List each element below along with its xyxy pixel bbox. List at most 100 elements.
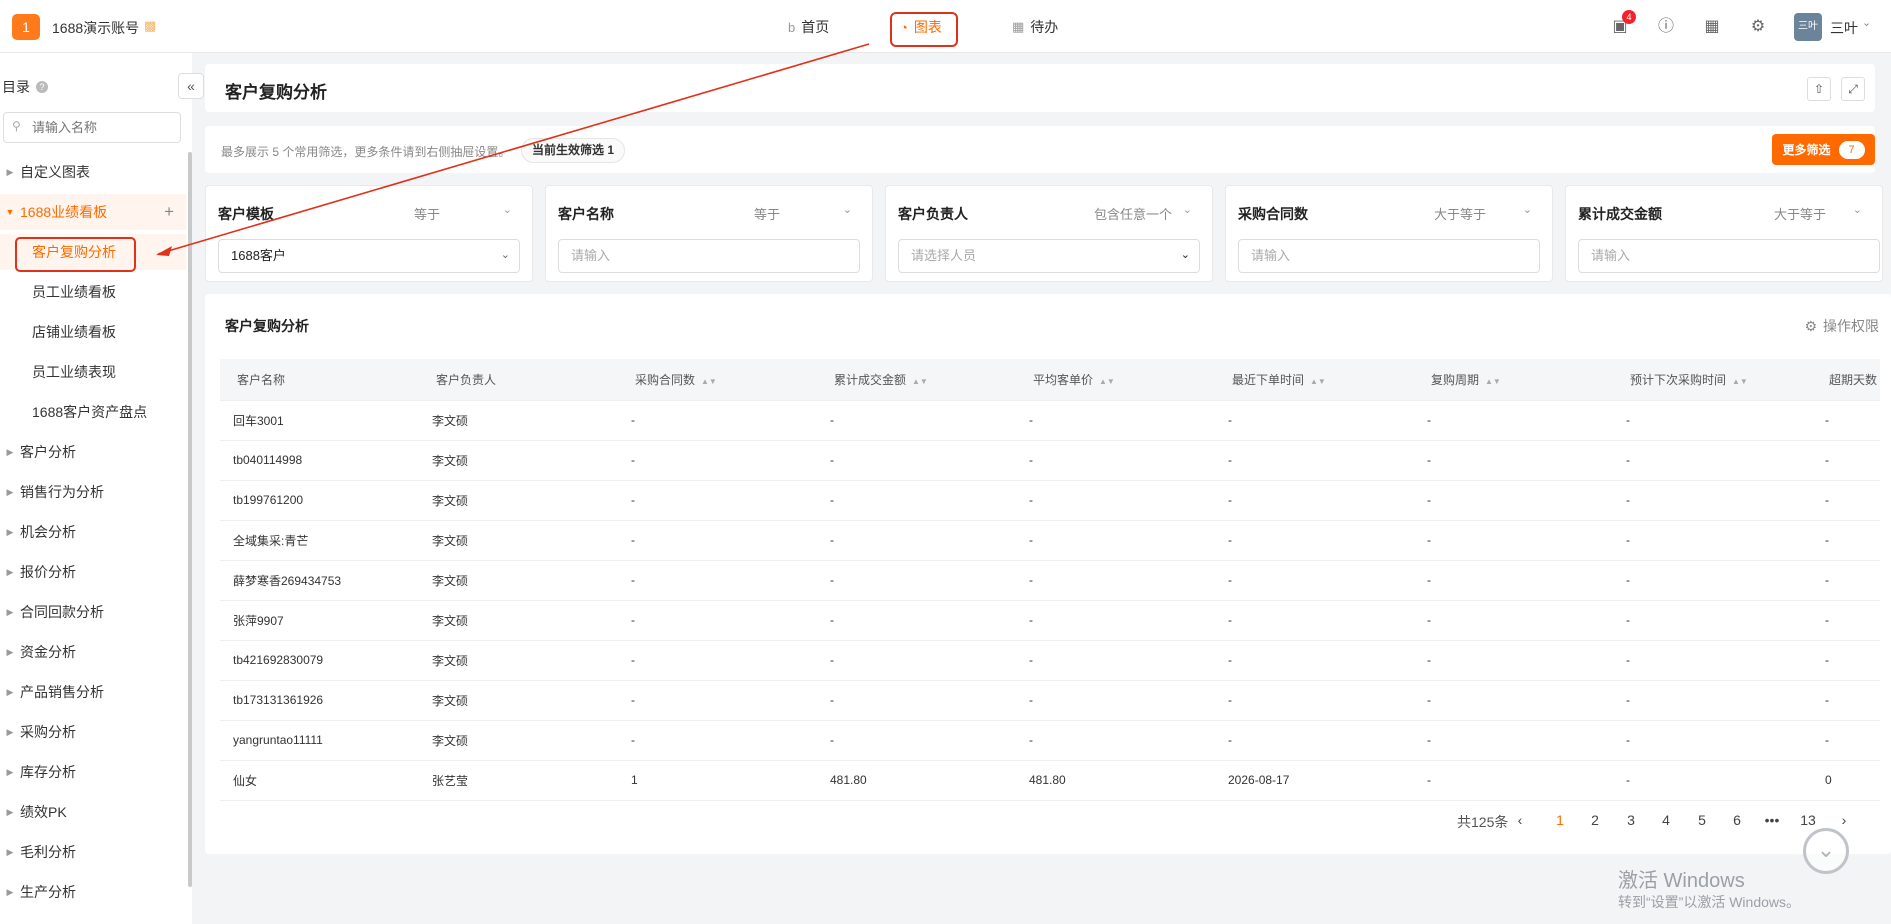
sidebar-search-input[interactable] <box>3 112 181 143</box>
chevron-down-icon[interactable]: ⌄ <box>503 203 512 216</box>
sidebar-item-performance-pk[interactable]: ▶ 绩效PK <box>0 794 186 830</box>
col-header-owner[interactable]: 客户负责人 <box>419 359 618 401</box>
col-header-avg-price[interactable]: 平均客单价 ▲▼ <box>1016 359 1215 401</box>
sidebar-scrollbar[interactable] <box>188 152 192 887</box>
filter-operator[interactable]: 大于等于 <box>1434 204 1486 223</box>
page-button[interactable]: 4 <box>1651 812 1681 828</box>
sort-icon[interactable]: ▲▼ <box>701 377 717 386</box>
caret-right-icon: ▶ <box>6 486 14 497</box>
sort-icon[interactable]: ▲▼ <box>1310 377 1326 386</box>
account-name[interactable]: 1688演示账号 <box>52 18 139 38</box>
more-filters-button[interactable]: 更多筛选 7 <box>1772 134 1875 165</box>
table-cell: - <box>1812 560 1880 601</box>
sidebar-item-gross-profit[interactable]: ▶ 毛利分析 <box>0 834 186 870</box>
sidebar-item-inventory[interactable]: ▶ 库存分析 <box>0 754 186 790</box>
sidebar-item-customer-analysis[interactable]: ▶ 客户分析 <box>0 434 186 470</box>
sidebar-subitem-asset-inventory[interactable]: 1688客户资产盘点 <box>0 394 186 430</box>
filter-operator[interactable]: 等于 <box>414 204 440 223</box>
col-header-next-purchase[interactable]: 预计下次采购时间 ▲▼ <box>1613 359 1812 401</box>
add-icon[interactable]: + <box>164 202 174 222</box>
page-button[interactable]: 2 <box>1580 812 1610 828</box>
col-header-cycle[interactable]: 复购周期 ▲▼ <box>1414 359 1613 401</box>
sidebar-item-sales-behavior[interactable]: ▶ 销售行为分析 <box>0 474 186 510</box>
chevron-down-icon[interactable]: ⌄ <box>1181 248 1190 261</box>
col-header-last-order[interactable]: 最近下单时间 ▲▼ <box>1215 359 1414 401</box>
settings-gear-icon[interactable]: ⚙ <box>1747 16 1769 38</box>
calendar-icon: ▦ <box>1012 19 1025 34</box>
owner-select[interactable]: 请选择人员 <box>898 239 1200 273</box>
sidebar-subitem-staff-board[interactable]: 员工业绩看板 <box>0 274 186 310</box>
table-cell: 李文硕 <box>419 480 618 521</box>
chevron-down-icon[interactable]: ⌄ <box>501 248 510 261</box>
table-row[interactable]: 薛梦寒香269434753 李文硕 - - - - - - - <box>220 560 1880 601</box>
page-button[interactable]: 5 <box>1687 812 1717 828</box>
table-row[interactable]: tb173131361926 李文硕 - - - - - - - <box>220 680 1880 721</box>
table-cell: 0 <box>1812 760 1880 801</box>
col-header-customer[interactable]: 客户名称 <box>220 359 419 401</box>
permission-button[interactable]: ⚙ 操作权限 <box>1804 316 1879 336</box>
table-row[interactable]: 张萍9907 李文硕 - - - - - - - <box>220 600 1880 641</box>
chevron-down-icon[interactable]: ⌄ <box>1523 203 1532 216</box>
sidebar-item-contract-payment[interactable]: ▶ 合同回款分析 <box>0 594 186 630</box>
scroll-down-icon[interactable]: ⌄ <box>1803 828 1849 874</box>
sidebar-item-production[interactable]: ▶ 生产分析 <box>0 874 186 910</box>
sidebar-subitem-shop-board[interactable]: 店铺业绩看板 <box>0 314 186 350</box>
sidebar-item-opportunity[interactable]: ▶ 机会分析 <box>0 514 186 550</box>
username[interactable]: 三叶 <box>1830 18 1858 38</box>
total-amount-input[interactable]: 请输入 <box>1578 239 1880 273</box>
chevron-down-icon[interactable]: ⌄ <box>1862 16 1871 29</box>
customer-name-input[interactable]: 请输入 <box>558 239 860 273</box>
sidebar-subitem-staff-performance[interactable]: 员工业绩表现 <box>0 354 186 390</box>
account-logo[interactable]: 1 <box>12 14 40 40</box>
table-row[interactable]: yangruntao11111 李文硕 - - - - - - - <box>220 720 1880 761</box>
chevron-down-icon[interactable]: ⌄ <box>1853 203 1862 216</box>
sort-icon[interactable]: ▲▼ <box>912 377 928 386</box>
sidebar-item-funds[interactable]: ▶ 资金分析 <box>0 634 186 670</box>
caret-down-icon: ▼ <box>5 207 15 217</box>
page-button[interactable]: 6 <box>1722 812 1752 828</box>
fullscreen-icon[interactable]: ⤢ <box>1841 77 1865 101</box>
nav-todo[interactable]: ▦ 待办 <box>1012 17 1058 37</box>
help-icon[interactable]: ⓘ <box>1655 16 1677 38</box>
sidebar-item-1688-dashboard[interactable]: ▼ 1688业绩看板 + <box>0 194 186 230</box>
table-row[interactable]: 仙女 张艺莹 1 481.80 481.80 2026-08-17- -0 <box>220 760 1880 801</box>
table-row[interactable]: tb421692830079 李文硕 - - - - - - - <box>220 640 1880 681</box>
contract-count-input[interactable]: 请输入 <box>1238 239 1540 273</box>
sort-icon[interactable]: ▲▼ <box>1485 377 1501 386</box>
page-button[interactable]: 1 <box>1545 812 1575 828</box>
table-row[interactable]: tb199761200 李文硕 - - - - - - - <box>220 480 1880 521</box>
avatar[interactable]: 三叶 <box>1794 13 1822 41</box>
col-header-total-amount[interactable]: 累计成交金额 ▲▼ <box>817 359 1016 401</box>
chevron-down-icon[interactable]: ⌄ <box>843 203 852 216</box>
sidebar-item-product-sales[interactable]: ▶ 产品销售分析 <box>0 674 186 710</box>
table-row[interactable]: tb040114998 李文硕 - - - - - - - <box>220 440 1880 481</box>
next-page-icon[interactable]: › <box>1829 812 1859 828</box>
sidebar-item-purchase[interactable]: ▶ 采购分析 <box>0 714 186 750</box>
filter-template-select[interactable]: 1688客户 <box>218 239 520 273</box>
sort-icon[interactable]: ▲▼ <box>1732 377 1748 386</box>
nav-home[interactable]: b 首页 <box>788 17 829 37</box>
table-cell: - <box>1613 400 1812 441</box>
chevron-down-icon[interactable]: ⌄ <box>1183 203 1192 216</box>
page-button[interactable]: 3 <box>1616 812 1646 828</box>
filter-operator[interactable]: 大于等于 <box>1774 204 1826 223</box>
col-header-contracts[interactable]: 采购合同数 ▲▼ <box>618 359 817 401</box>
sidebar-item-custom-charts[interactable]: ▶ 自定义图表 <box>0 154 186 190</box>
question-icon[interactable]: ? <box>36 81 48 93</box>
active-filter-chip[interactable]: 当前生效筛选 1 <box>521 138 626 163</box>
page-ellipsis[interactable]: ••• <box>1757 812 1787 828</box>
filter-operator[interactable]: 包含任意一个 <box>1094 204 1172 223</box>
prev-page-icon[interactable]: ‹ <box>1505 812 1535 828</box>
table-row[interactable]: 回车3001 李文硕 - - - - - - - <box>220 400 1880 441</box>
collapse-sidebar-icon[interactable]: « <box>178 73 204 99</box>
apps-grid-icon[interactable]: ▦ <box>1701 16 1723 38</box>
table-body: 回车3001 李文硕 - - - - - - - tb040114998 李文硕 - - - - - - - tb1… <box>220 400 1880 801</box>
sort-icon[interactable]: ▲▼ <box>1099 377 1115 386</box>
table-row[interactable]: 全域集采:青芒 李文硕 - - - - - - - <box>220 520 1880 561</box>
page-button[interactable]: 13 <box>1793 812 1823 828</box>
col-header-overdue[interactable]: 超期天数 <box>1812 359 1880 401</box>
export-icon[interactable]: ⇧ <box>1807 77 1831 101</box>
table-cell: - <box>1215 520 1414 561</box>
sidebar-item-quotation[interactable]: ▶ 报价分析 <box>0 554 186 590</box>
filter-operator[interactable]: 等于 <box>754 204 780 223</box>
